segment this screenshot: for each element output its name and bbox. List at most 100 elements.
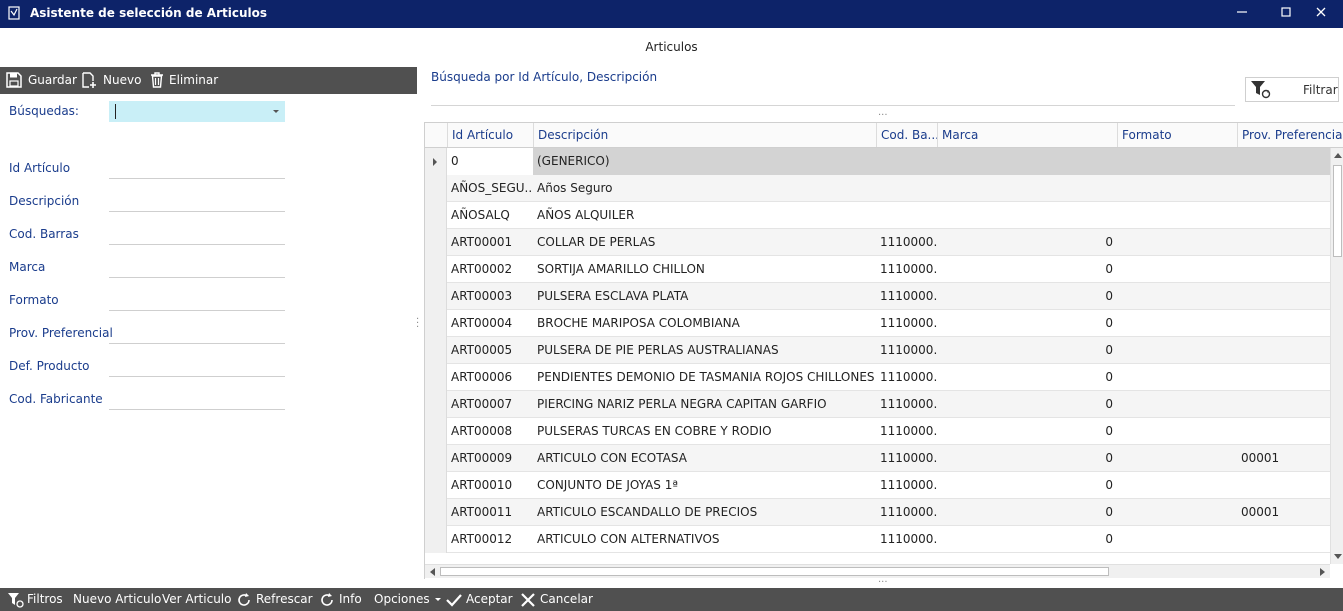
table-row[interactable]: ART00009ARTICULO CON ECOTASA1110000...00… <box>425 445 1330 472</box>
cell-formato[interactable] <box>1117 364 1237 391</box>
new-article-button[interactable]: Nuevo Articulo <box>73 588 161 611</box>
cell-prov[interactable] <box>1237 229 1330 256</box>
cell-prov[interactable] <box>1237 256 1330 283</box>
row-indicator[interactable] <box>425 445 447 472</box>
cell-marca[interactable] <box>937 148 1117 175</box>
cell-marca[interactable]: 0 <box>937 391 1117 418</box>
cell-barcode[interactable]: 1110000... <box>876 364 937 391</box>
row-indicator[interactable] <box>425 499 447 526</box>
table-row[interactable]: AÑOSALQ AÑOS ALQUILER <box>425 202 1330 229</box>
cell-desc[interactable]: PIERCING NARIZ PERLA NEGRA CAPITAN GARFI… <box>533 391 876 418</box>
cell-barcode[interactable]: 1110000... <box>876 310 937 337</box>
cell-id[interactable]: AÑOSALQ <box>447 202 533 229</box>
cell-id[interactable]: ART00005 <box>447 337 533 364</box>
row-indicator[interactable] <box>425 175 447 202</box>
row-indicator[interactable] <box>425 391 447 418</box>
field-id-articulo-input[interactable] <box>109 178 285 179</box>
table-row[interactable]: ART00012 ARTICULO CON ALTERNATIVOS 1110000… <box>425 526 1330 553</box>
table-row[interactable]: ART00006 PENDIENTES DEMONIO DE TASMANIA R… <box>425 364 1330 391</box>
searches-combo[interactable] <box>109 101 285 122</box>
scroll-right-icon[interactable] <box>1320 568 1325 576</box>
row-indicator[interactable] <box>425 256 447 283</box>
cell-barcode[interactable]: 1110000... <box>876 526 937 553</box>
cell-formato[interactable] <box>1117 310 1237 337</box>
cell-formato[interactable] <box>1117 202 1237 229</box>
scroll-down-icon[interactable] <box>1334 554 1342 559</box>
cell-id[interactable]: AÑOS_SEGU... <box>447 175 533 202</box>
cell-formato[interactable] <box>1117 256 1237 283</box>
cell-id[interactable]: ART00004 <box>447 310 533 337</box>
table-row[interactable]: AÑOS_SEGU... Años Seguro <box>425 175 1330 202</box>
cell-desc[interactable]: PENDIENTES DEMONIO DE TASMANIA ROJOS CHI… <box>533 364 876 391</box>
cell-desc[interactable]: CONJUNTO DE JOYAS 1ª <box>533 472 876 499</box>
cell-marca[interactable]: 0 <box>937 499 1117 526</box>
cell-barcode[interactable] <box>876 175 937 202</box>
accept-button[interactable]: Aceptar <box>446 588 513 611</box>
column-header-cod-barras[interactable]: Cod. Ba... <box>876 123 937 147</box>
cell-formato[interactable] <box>1117 526 1237 553</box>
filters-button[interactable]: Filtros <box>7 588 63 611</box>
table-row[interactable]: ART00010CONJUNTO DE JOYAS 1ª1110000...0 <box>425 472 1330 499</box>
cell-marca[interactable]: 0 <box>937 337 1117 364</box>
search-input[interactable] <box>431 105 1235 106</box>
cell-barcode[interactable]: 1110000... <box>876 472 937 499</box>
save-button[interactable]: Guardar <box>6 67 77 94</box>
cell-desc[interactable]: ARTICULO CON ALTERNATIVOS <box>533 526 876 553</box>
cell-prov[interactable] <box>1237 175 1330 202</box>
cell-desc[interactable]: BROCHE MARIPOSA COLOMBIANA <box>533 310 876 337</box>
scroll-left-icon[interactable] <box>430 568 435 576</box>
cell-marca[interactable]: 0 <box>937 364 1117 391</box>
cell-id[interactable]: ART00011 <box>447 499 533 526</box>
view-article-button[interactable]: Ver Articulo <box>162 588 231 611</box>
cell-prov[interactable] <box>1237 283 1330 310</box>
field-def-producto-input[interactable] <box>109 376 285 377</box>
cell-marca[interactable]: 0 <box>937 472 1117 499</box>
table-row[interactable]: ART00011 ARTICULO ESCANDALLO DE PRECIOS 11… <box>425 499 1330 526</box>
horizontal-scroll-thumb[interactable] <box>440 567 1109 576</box>
table-row[interactable]: ART00004 BROCHE MARIPOSA COLOMBIANA 111000… <box>425 310 1330 337</box>
minimize-button[interactable] <box>1220 0 1264 28</box>
cell-barcode[interactable] <box>876 202 937 229</box>
cell-barcode[interactable]: 1110000... <box>876 418 937 445</box>
cell-formato[interactable] <box>1117 445 1237 472</box>
cell-formato[interactable] <box>1117 148 1237 175</box>
cell-prov[interactable] <box>1237 472 1330 499</box>
table-row[interactable]: ART00008 PULSERAS TURCAS EN COBRE Y RODIO… <box>425 418 1330 445</box>
cell-prov[interactable] <box>1237 364 1330 391</box>
horizontal-splitter-handle-top[interactable]: ··· <box>878 110 888 121</box>
column-header-formato[interactable]: Formato <box>1117 123 1237 147</box>
cell-marca[interactable]: 0 <box>937 418 1117 445</box>
refresh-button[interactable]: Refrescar <box>236 588 313 611</box>
cell-formato[interactable] <box>1117 175 1237 202</box>
cell-marca[interactable]: 0 <box>937 283 1117 310</box>
table-row[interactable]: 0 (GENERICO) <box>425 148 1330 175</box>
row-indicator[interactable] <box>425 418 447 445</box>
cancel-button[interactable]: Cancelar <box>520 588 593 611</box>
cell-marca[interactable]: 0 <box>937 526 1117 553</box>
cell-marca[interactable]: 0 <box>937 310 1117 337</box>
horizontal-scrollbar[interactable] <box>425 564 1330 578</box>
cell-desc[interactable]: SORTIJA AMARILLO CHILLON <box>533 256 876 283</box>
field-cod-barras-input[interactable] <box>109 244 285 245</box>
cell-formato[interactable] <box>1117 391 1237 418</box>
cell-id[interactable]: ART00003 <box>447 283 533 310</box>
cell-prov[interactable] <box>1237 391 1330 418</box>
cell-marca[interactable] <box>937 175 1117 202</box>
cell-prov[interactable] <box>1237 310 1330 337</box>
cell-barcode[interactable]: 1110000... <box>876 256 937 283</box>
cell-desc[interactable]: Años Seguro <box>533 175 876 202</box>
row-indicator[interactable] <box>425 526 447 553</box>
cell-barcode[interactable]: 1110000... <box>876 229 937 256</box>
horizontal-splitter-handle-bottom[interactable]: ··· <box>878 577 888 588</box>
cell-id[interactable]: 0 <box>447 148 533 175</box>
field-formato-input[interactable] <box>109 310 285 311</box>
row-indicator[interactable] <box>425 229 447 256</box>
row-indicator[interactable] <box>425 337 447 364</box>
cell-desc[interactable]: ARTICULO ESCANDALLO DE PRECIOS <box>533 499 876 526</box>
cell-desc[interactable]: (GENERICO) <box>533 148 876 175</box>
table-row[interactable]: ART00001COLLAR DE PERLAS1110000...0 <box>425 229 1330 256</box>
cell-desc[interactable]: PULSERA DE PIE PERLAS AUSTRALIANAS <box>533 337 876 364</box>
column-header-id[interactable]: Id Artículo <box>447 123 533 147</box>
cell-id[interactable]: ART00009 <box>447 445 533 472</box>
cell-id[interactable]: ART00001 <box>447 229 533 256</box>
